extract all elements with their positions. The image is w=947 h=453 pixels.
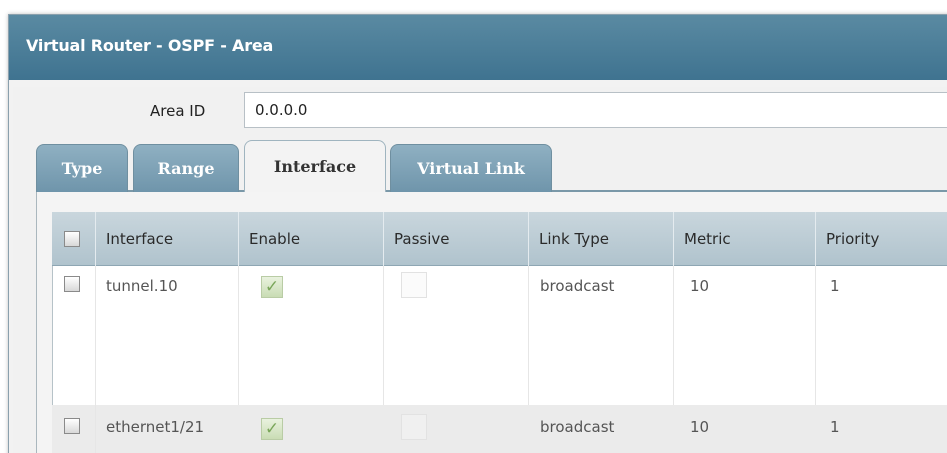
column-header-link-type[interactable]: Link Type	[528, 212, 673, 266]
cell-metric: 10	[690, 277, 710, 295]
cell-priority: 1	[830, 418, 840, 436]
tab-virtual-link[interactable]: Virtual Link	[390, 144, 552, 192]
column-header-interface[interactable]: Interface	[95, 212, 237, 266]
row-checkbox[interactable]	[64, 418, 80, 434]
select-all-checkbox[interactable]	[64, 231, 80, 247]
passive-checkbox[interactable]	[401, 414, 427, 440]
cell-metric: 10	[690, 418, 710, 436]
tab-interface[interactable]: Interface	[244, 140, 386, 192]
cell-link-type: broadcast	[540, 418, 615, 436]
column-header-metric[interactable]: Metric	[673, 212, 818, 266]
check-icon[interactable]: ✓	[261, 276, 283, 298]
cell-link-type: broadcast	[540, 277, 615, 295]
column-header-priority[interactable]: Priority	[815, 212, 947, 266]
cell-interface: ethernet1/21	[106, 418, 205, 436]
area-id-label: Area ID	[150, 102, 206, 120]
column-header-passive[interactable]: Passive	[383, 212, 525, 266]
check-icon[interactable]: ✓	[261, 418, 283, 440]
dialog-title: Virtual Router - OSPF - Area	[26, 36, 274, 55]
tab-range[interactable]: Range	[133, 144, 239, 192]
column-header-enable[interactable]: Enable	[238, 212, 380, 266]
passive-checkbox[interactable]	[401, 272, 427, 298]
cell-priority: 1	[830, 277, 840, 295]
area-id-input[interactable]	[244, 92, 947, 128]
tab-type[interactable]: Type	[36, 144, 128, 192]
row-checkbox[interactable]	[64, 276, 80, 292]
cell-interface: tunnel.10	[106, 277, 178, 295]
